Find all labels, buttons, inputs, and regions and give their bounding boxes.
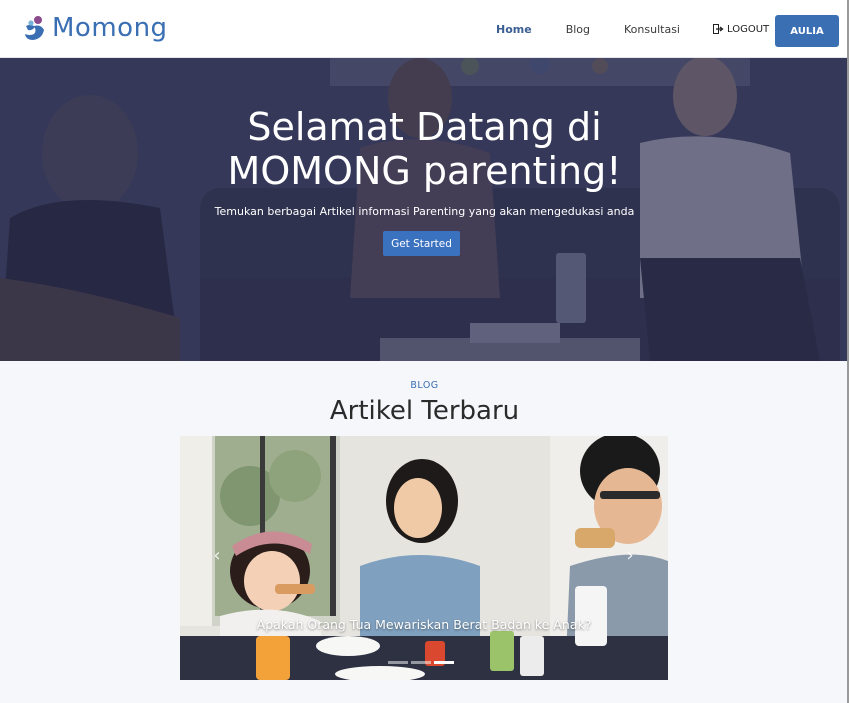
carousel-slide-image [180,436,668,680]
logout-link[interactable]: LOGOUT [712,23,770,35]
page: Momong Home Blog Konsultasi LOGOUT AULIA [0,0,849,703]
hero-title-line-1: Selamat Datang di [247,105,602,149]
blog-section-heading: Artikel Terbaru [329,396,520,426]
carousel-indicator[interactable] [388,661,408,664]
user-account-button[interactable]: AULIA [775,15,839,47]
carousel-indicator-active[interactable] [434,661,454,664]
brand-logo-link[interactable]: Momong [22,13,168,43]
carousel-next-chevron-icon[interactable]: › [623,544,637,566]
get-started-button[interactable]: Get Started [383,231,460,256]
carousel-indicators [388,661,454,664]
carousel-prev-chevron-icon[interactable]: ‹ [210,544,224,566]
blog-section-eyebrow: BLOG [410,380,439,391]
nav-link-konsultasi[interactable]: Konsultasi [624,23,680,36]
top-navbar: Momong Home Blog Konsultasi LOGOUT AULIA [0,0,849,58]
nav-links: Home Blog Konsultasi LOGOUT [480,0,769,58]
carousel-caption[interactable]: Apakah Orang Tua Mewariskan Berat Badan … [240,617,608,632]
hero-subtitle: Temukan berbagai Artikel informasi Paren… [214,205,635,218]
nav-link-home[interactable]: Home [496,23,532,36]
article-carousel[interactable]: ‹ › Apakah Orang Tua Mewariskan Berat Ba… [180,436,668,680]
hero-title-line-2: MOMONG parenting! [227,149,622,193]
nav-link-blog[interactable]: Blog [566,23,590,36]
logout-label: LOGOUT [726,23,770,35]
logout-icon [712,24,724,34]
carousel-indicator[interactable] [411,661,431,664]
brand-name: Momong [52,13,168,43]
momong-logo-icon [25,16,44,40]
hero-banner: Selamat Datang di MOMONG parenting! Temu… [0,58,849,361]
